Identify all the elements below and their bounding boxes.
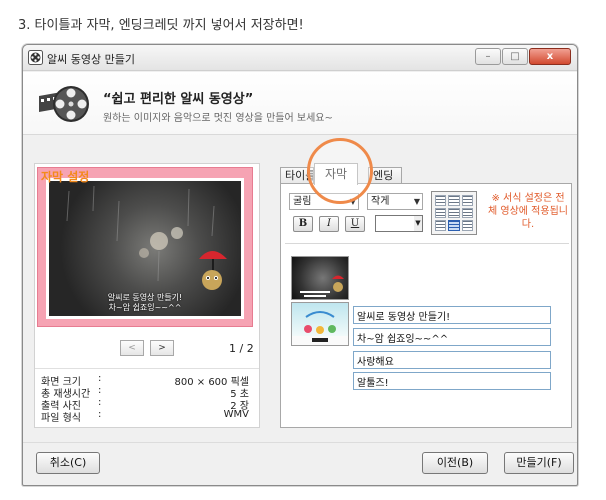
- thumbnail-image: [300, 275, 344, 297]
- preview-screen: 알씨로 동영상 만들기! 차~암 쉽죠잉~~^^: [46, 178, 244, 319]
- info-separator: :: [98, 385, 102, 396]
- info-row: 출력 사진 : 2 장: [35, 397, 259, 412]
- preview-caption-line2: 차~암 쉽죠잉~~^^: [108, 303, 182, 312]
- align-bottom-left[interactable]: [435, 220, 447, 231]
- window-title: 알씨 동영상 만들기: [47, 53, 135, 66]
- header-subtitle: 원하는 이미지와 음악으로 멋진 영상을 만들어 보세요~: [103, 113, 333, 124]
- align-middle-right[interactable]: [461, 207, 473, 219]
- text-color-swatch[interactable]: [375, 215, 415, 232]
- dropdown-arrow-icon: ▼: [413, 197, 420, 206]
- header-title: “쉽고 편리한 알씨 동영상”: [103, 92, 254, 107]
- align-bottom-center[interactable]: [448, 220, 460, 231]
- maximize-button[interactable]: □: [502, 48, 528, 65]
- step-caption: 3. 타이틀과 자막, 엔딩크레딧 까지 넣어서 저장하면!: [18, 18, 304, 33]
- info-separator: :: [98, 409, 102, 420]
- app-film-icon: [28, 50, 43, 65]
- size-select-value: 작게: [371, 196, 390, 207]
- preview-frame: 알씨로 동영상 만들기! 차~암 쉽죠잉~~^^ 자막 설정: [37, 167, 253, 327]
- info-row: 파일 형식 : WMV: [35, 409, 259, 424]
- preview-panel: 알씨로 동영상 만들기! 차~암 쉽죠잉~~^^ 자막 설정 < > 1 / 2…: [34, 163, 260, 428]
- info-row: 화면 크기 : 800 × 600 픽셀: [35, 373, 259, 388]
- subtitle-input-4[interactable]: [353, 372, 551, 390]
- subtitle-input-2[interactable]: [353, 328, 551, 346]
- color-dropdown-arrow-icon[interactable]: ▼: [414, 215, 423, 232]
- title-bar: 알씨 동영상 만들기 – □ x: [23, 45, 577, 71]
- subtitle-input-1[interactable]: [353, 306, 551, 324]
- prev-page-button[interactable]: <: [120, 340, 144, 356]
- info-row: 총 재생시간 : 5 초: [35, 385, 259, 400]
- underline-button[interactable]: U: [345, 216, 365, 232]
- align-top-center[interactable]: [448, 195, 460, 206]
- align-middle-center[interactable]: [448, 207, 460, 219]
- align-top-left[interactable]: [435, 195, 447, 206]
- divider: [285, 243, 569, 244]
- film-reel-icon: [39, 86, 89, 122]
- font-select-value: 굴림: [293, 196, 312, 207]
- format-note: ※ 서식 설정은 전체 영상에 적용됩니다.: [488, 193, 568, 230]
- thumbnail-image: [292, 311, 348, 345]
- italic-button[interactable]: I: [319, 216, 339, 232]
- size-select[interactable]: 작게 ▼: [367, 193, 423, 210]
- minimize-button[interactable]: –: [475, 48, 501, 65]
- prev-button[interactable]: 이전(B): [422, 452, 488, 474]
- subtitle-tab-panel: 굴림 ▼ 작게 ▼ B I U ▼ ※ 서식 설정은 전체 영상에 적용됩니다.: [280, 183, 572, 428]
- highlight-circle: [307, 138, 373, 204]
- info-separator: :: [98, 373, 102, 384]
- photo-thumbnail[interactable]: [291, 302, 349, 346]
- alignment-grid: [431, 191, 477, 235]
- footer-divider: [23, 442, 577, 443]
- subtitle-input-3[interactable]: [353, 351, 551, 369]
- output-info: 화면 크기 : 800 × 600 픽셀 총 재생시간 : 5 초 출력 사진 …: [35, 368, 259, 427]
- close-button[interactable]: x: [529, 48, 571, 65]
- info-value: WMV: [223, 409, 249, 420]
- header-banner: “쉽고 편리한 알씨 동영상” 원하는 이미지와 음악으로 멋진 영상을 만들어…: [23, 72, 577, 135]
- app-window: 알씨 동영상 만들기 – □ x “쉽고 편리한 알씨 동영상” 원하는 이미지…: [22, 44, 578, 486]
- next-page-button[interactable]: >: [150, 340, 174, 356]
- align-bottom-right[interactable]: [461, 220, 473, 231]
- bold-button[interactable]: B: [293, 216, 313, 232]
- align-middle-left[interactable]: [435, 207, 447, 219]
- make-button[interactable]: 만들기(F): [504, 452, 574, 474]
- subtitle-setting-label: 자막 설정: [41, 170, 90, 184]
- cancel-button[interactable]: 취소(C): [36, 452, 100, 474]
- info-label: 파일 형식: [41, 413, 81, 424]
- page-indicator: 1 / 2: [229, 342, 254, 355]
- photo-thumbnail[interactable]: [291, 256, 349, 300]
- tab-ending[interactable]: 엔딩: [368, 167, 402, 184]
- align-top-right[interactable]: [461, 195, 473, 206]
- info-separator: :: [98, 397, 102, 408]
